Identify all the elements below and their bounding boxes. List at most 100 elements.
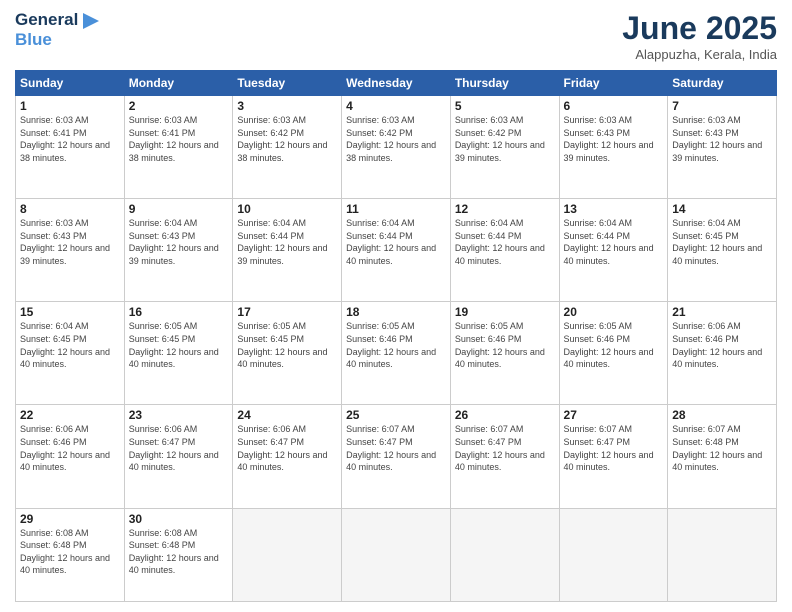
day-info: Sunrise: 6:04 AMSunset: 6:45 PMDaylight:… [672,217,772,267]
location-subtitle: Alappuzha, Kerala, India [622,47,777,62]
calendar-cell [450,508,559,601]
day-info: Sunrise: 6:04 AMSunset: 6:44 PMDaylight:… [564,217,664,267]
calendar-cell [233,508,342,601]
calendar-cell: 14Sunrise: 6:04 AMSunset: 6:45 PMDayligh… [668,199,777,302]
day-number: 11 [346,202,446,216]
calendar-cell: 10Sunrise: 6:04 AMSunset: 6:44 PMDayligh… [233,199,342,302]
day-number: 21 [672,305,772,319]
calendar-cell: 26Sunrise: 6:07 AMSunset: 6:47 PMDayligh… [450,405,559,508]
month-title: June 2025 [622,10,777,47]
day-info: Sunrise: 6:05 AMSunset: 6:45 PMDaylight:… [237,320,337,370]
day-number: 4 [346,99,446,113]
calendar-cell: 4Sunrise: 6:03 AMSunset: 6:42 PMDaylight… [342,96,451,199]
calendar-cell [559,508,668,601]
calendar-week-row: 1Sunrise: 6:03 AMSunset: 6:41 PMDaylight… [16,96,777,199]
logo-arrow-icon [83,13,99,29]
calendar-cell: 30Sunrise: 6:08 AMSunset: 6:48 PMDayligh… [124,508,233,601]
col-header-sunday: Sunday [16,71,125,96]
calendar-cell: 1Sunrise: 6:03 AMSunset: 6:41 PMDaylight… [16,96,125,199]
logo-blue: Blue [15,30,52,50]
calendar-cell: 19Sunrise: 6:05 AMSunset: 6:46 PMDayligh… [450,302,559,405]
day-number: 9 [129,202,229,216]
logo: General Blue [15,10,99,49]
col-header-wednesday: Wednesday [342,71,451,96]
calendar-cell: 29Sunrise: 6:08 AMSunset: 6:48 PMDayligh… [16,508,125,601]
day-number: 14 [672,202,772,216]
day-info: Sunrise: 6:08 AMSunset: 6:48 PMDaylight:… [20,527,120,577]
day-number: 25 [346,408,446,422]
day-number: 10 [237,202,337,216]
day-number: 30 [129,512,229,526]
calendar-cell: 9Sunrise: 6:04 AMSunset: 6:43 PMDaylight… [124,199,233,302]
day-number: 17 [237,305,337,319]
calendar-cell: 21Sunrise: 6:06 AMSunset: 6:46 PMDayligh… [668,302,777,405]
col-header-tuesday: Tuesday [233,71,342,96]
col-header-thursday: Thursday [450,71,559,96]
day-number: 24 [237,408,337,422]
calendar-header-row: SundayMondayTuesdayWednesdayThursdayFrid… [16,71,777,96]
day-number: 7 [672,99,772,113]
day-number: 29 [20,512,120,526]
day-info: Sunrise: 6:06 AMSunset: 6:46 PMDaylight:… [672,320,772,370]
day-number: 23 [129,408,229,422]
day-info: Sunrise: 6:06 AMSunset: 6:47 PMDaylight:… [129,423,229,473]
day-info: Sunrise: 6:06 AMSunset: 6:46 PMDaylight:… [20,423,120,473]
calendar-cell: 13Sunrise: 6:04 AMSunset: 6:44 PMDayligh… [559,199,668,302]
day-info: Sunrise: 6:03 AMSunset: 6:43 PMDaylight:… [672,114,772,164]
day-info: Sunrise: 6:05 AMSunset: 6:46 PMDaylight:… [564,320,664,370]
day-info: Sunrise: 6:03 AMSunset: 6:42 PMDaylight:… [237,114,337,164]
calendar-cell: 20Sunrise: 6:05 AMSunset: 6:46 PMDayligh… [559,302,668,405]
day-info: Sunrise: 6:07 AMSunset: 6:47 PMDaylight:… [564,423,664,473]
calendar-cell [668,508,777,601]
day-info: Sunrise: 6:03 AMSunset: 6:42 PMDaylight:… [346,114,446,164]
day-number: 15 [20,305,120,319]
day-info: Sunrise: 6:03 AMSunset: 6:42 PMDaylight:… [455,114,555,164]
calendar-week-row: 29Sunrise: 6:08 AMSunset: 6:48 PMDayligh… [16,508,777,601]
calendar-cell: 5Sunrise: 6:03 AMSunset: 6:42 PMDaylight… [450,96,559,199]
day-number: 16 [129,305,229,319]
day-info: Sunrise: 6:04 AMSunset: 6:45 PMDaylight:… [20,320,120,370]
day-number: 3 [237,99,337,113]
day-number: 6 [564,99,664,113]
day-info: Sunrise: 6:06 AMSunset: 6:47 PMDaylight:… [237,423,337,473]
calendar-cell: 27Sunrise: 6:07 AMSunset: 6:47 PMDayligh… [559,405,668,508]
day-info: Sunrise: 6:04 AMSunset: 6:44 PMDaylight:… [237,217,337,267]
day-number: 18 [346,305,446,319]
day-number: 22 [20,408,120,422]
day-info: Sunrise: 6:03 AMSunset: 6:41 PMDaylight:… [129,114,229,164]
header: General Blue June 2025 Alappuzha, Kerala… [15,10,777,62]
calendar-week-row: 15Sunrise: 6:04 AMSunset: 6:45 PMDayligh… [16,302,777,405]
calendar-cell: 22Sunrise: 6:06 AMSunset: 6:46 PMDayligh… [16,405,125,508]
day-number: 5 [455,99,555,113]
day-info: Sunrise: 6:04 AMSunset: 6:44 PMDaylight:… [346,217,446,267]
day-info: Sunrise: 6:04 AMSunset: 6:44 PMDaylight:… [455,217,555,267]
day-number: 28 [672,408,772,422]
title-block: June 2025 Alappuzha, Kerala, India [622,10,777,62]
day-number: 2 [129,99,229,113]
calendar-cell: 24Sunrise: 6:06 AMSunset: 6:47 PMDayligh… [233,405,342,508]
day-number: 20 [564,305,664,319]
calendar-cell: 18Sunrise: 6:05 AMSunset: 6:46 PMDayligh… [342,302,451,405]
day-info: Sunrise: 6:03 AMSunset: 6:43 PMDaylight:… [564,114,664,164]
day-number: 8 [20,202,120,216]
calendar-cell: 6Sunrise: 6:03 AMSunset: 6:43 PMDaylight… [559,96,668,199]
calendar-cell: 3Sunrise: 6:03 AMSunset: 6:42 PMDaylight… [233,96,342,199]
logo-text: General [15,10,99,30]
calendar-week-row: 22Sunrise: 6:06 AMSunset: 6:46 PMDayligh… [16,405,777,508]
day-number: 27 [564,408,664,422]
day-info: Sunrise: 6:05 AMSunset: 6:46 PMDaylight:… [455,320,555,370]
calendar-cell: 11Sunrise: 6:04 AMSunset: 6:44 PMDayligh… [342,199,451,302]
calendar-cell: 16Sunrise: 6:05 AMSunset: 6:45 PMDayligh… [124,302,233,405]
col-header-monday: Monday [124,71,233,96]
calendar-cell: 25Sunrise: 6:07 AMSunset: 6:47 PMDayligh… [342,405,451,508]
day-info: Sunrise: 6:05 AMSunset: 6:45 PMDaylight:… [129,320,229,370]
day-info: Sunrise: 6:07 AMSunset: 6:47 PMDaylight:… [455,423,555,473]
calendar-cell: 2Sunrise: 6:03 AMSunset: 6:41 PMDaylight… [124,96,233,199]
day-info: Sunrise: 6:05 AMSunset: 6:46 PMDaylight:… [346,320,446,370]
day-info: Sunrise: 6:03 AMSunset: 6:41 PMDaylight:… [20,114,120,164]
col-header-friday: Friday [559,71,668,96]
day-info: Sunrise: 6:03 AMSunset: 6:43 PMDaylight:… [20,217,120,267]
day-number: 19 [455,305,555,319]
day-number: 13 [564,202,664,216]
calendar-cell: 17Sunrise: 6:05 AMSunset: 6:45 PMDayligh… [233,302,342,405]
